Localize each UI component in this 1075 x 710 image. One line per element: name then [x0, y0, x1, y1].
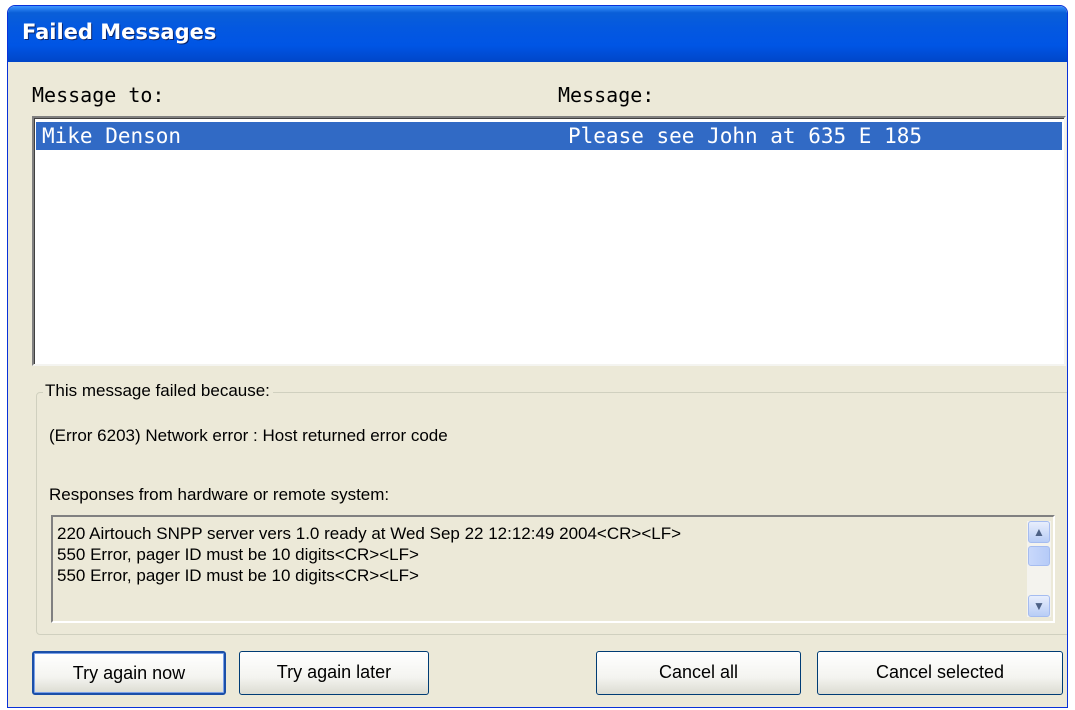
response-line: 550 Error, pager ID must be 10 digits<CR… — [57, 566, 419, 585]
list-item-message: Please see John at 635 E 185 — [568, 124, 923, 148]
column-header-message: Message: — [558, 83, 655, 107]
chevron-up-icon[interactable]: ▲ — [1028, 521, 1050, 543]
list-item[interactable]: Mike Denson Please see John at 635 E 185 — [36, 122, 1062, 150]
response-line: 220 Airtouch SNPP server vers 1.0 ready … — [57, 524, 682, 543]
list-item-recipient: Mike Denson — [42, 124, 182, 148]
failed-messages-window: Failed Messages Message to: Message: Mik… — [7, 5, 1068, 708]
title-bar[interactable]: Failed Messages — [8, 6, 1067, 62]
window-title: Failed Messages — [22, 20, 217, 44]
try-again-now-button[interactable]: Try again now — [32, 651, 226, 695]
failure-reason-group: This message failed because: (Error 6203… — [36, 381, 1067, 635]
response-line: 550 Error, pager ID must be 10 digits<CR… — [57, 545, 419, 564]
vertical-scrollbar[interactable]: ▲ ▼ — [1027, 521, 1051, 617]
scrollbar-thumb[interactable] — [1028, 546, 1050, 566]
try-again-later-button[interactable]: Try again later — [239, 651, 429, 695]
cancel-all-button[interactable]: Cancel all — [596, 651, 801, 695]
responses-lines: 220 Airtouch SNPP server vers 1.0 ready … — [57, 523, 1017, 586]
column-header-message-to: Message to: — [32, 83, 165, 107]
dialog-client-area: Message to: Message: Mike Denson Please … — [12, 62, 1067, 707]
error-text: (Error 6203) Network error : Host return… — [49, 426, 448, 445]
responses-label: Responses from hardware or remote system… — [49, 485, 390, 504]
responses-textbox[interactable]: 220 Airtouch SNPP server vers 1.0 ready … — [51, 515, 1055, 623]
chevron-down-icon[interactable]: ▼ — [1028, 595, 1050, 617]
failure-group-label: This message failed because: — [43, 381, 273, 401]
failed-messages-list[interactable]: Mike Denson Please see John at 635 E 185 — [32, 116, 1066, 366]
cancel-selected-button[interactable]: Cancel selected — [817, 651, 1063, 695]
